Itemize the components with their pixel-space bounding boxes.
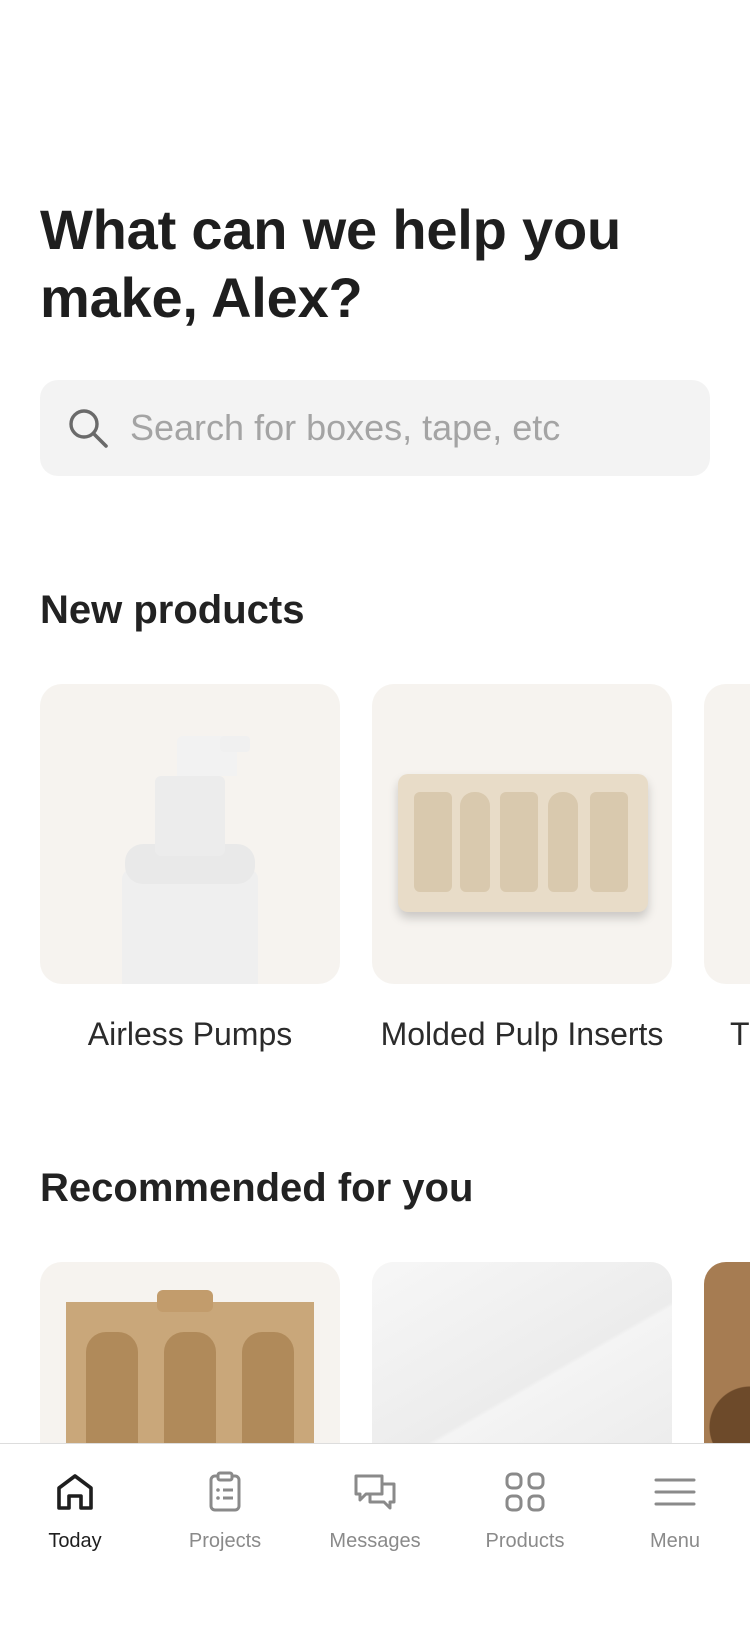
- nav-item-projects[interactable]: Projects: [150, 1466, 300, 1553]
- airless-pump-image: [40, 684, 340, 984]
- molded-pulp-image: [372, 684, 672, 984]
- new-products-heading: New products: [40, 588, 305, 632]
- product-label: T: [730, 1016, 750, 1052]
- hamburger-menu-icon: [653, 1466, 697, 1518]
- grid-icon: [503, 1466, 547, 1518]
- product-card-airless-pumps[interactable]: Airless Pumps: [40, 684, 340, 1053]
- product-label: Molded Pulp Inserts: [380, 1016, 664, 1052]
- product-label: Airless Pumps: [87, 1016, 293, 1052]
- nav-label: Products: [485, 1530, 565, 1552]
- nav-item-products[interactable]: Products: [450, 1466, 600, 1553]
- search-input[interactable]: [128, 406, 692, 450]
- nav-label: Projects: [188, 1530, 262, 1552]
- nav-item-today[interactable]: Today: [0, 1466, 150, 1553]
- new-products-row[interactable]: Airless Pumps Molded Pulp Inserts: [40, 684, 672, 1053]
- nav-item-menu[interactable]: Menu: [600, 1466, 750, 1553]
- nav-label: Messages: [329, 1530, 421, 1552]
- page-title: What can we help you make, Alex?: [40, 198, 621, 329]
- clipboard-icon: [203, 1466, 247, 1518]
- recommended-heading: Recommended for you: [40, 1166, 474, 1210]
- product-card-molded-pulp-inserts[interactable]: Molded Pulp Inserts: [372, 684, 672, 1053]
- status-bar-spacer: [0, 0, 750, 196]
- search-icon: [66, 406, 110, 450]
- nav-label: Menu: [649, 1530, 701, 1552]
- search-bar[interactable]: [40, 380, 710, 476]
- nav-label: Today: [48, 1530, 102, 1552]
- nav-item-messages[interactable]: Messages: [300, 1466, 450, 1553]
- chat-bubbles-icon: [352, 1466, 398, 1518]
- home-icon: [53, 1466, 97, 1518]
- bottom-navigation: Today Projects Messages Products Menu: [0, 1443, 750, 1625]
- product-card-partial[interactable]: [704, 684, 750, 984]
